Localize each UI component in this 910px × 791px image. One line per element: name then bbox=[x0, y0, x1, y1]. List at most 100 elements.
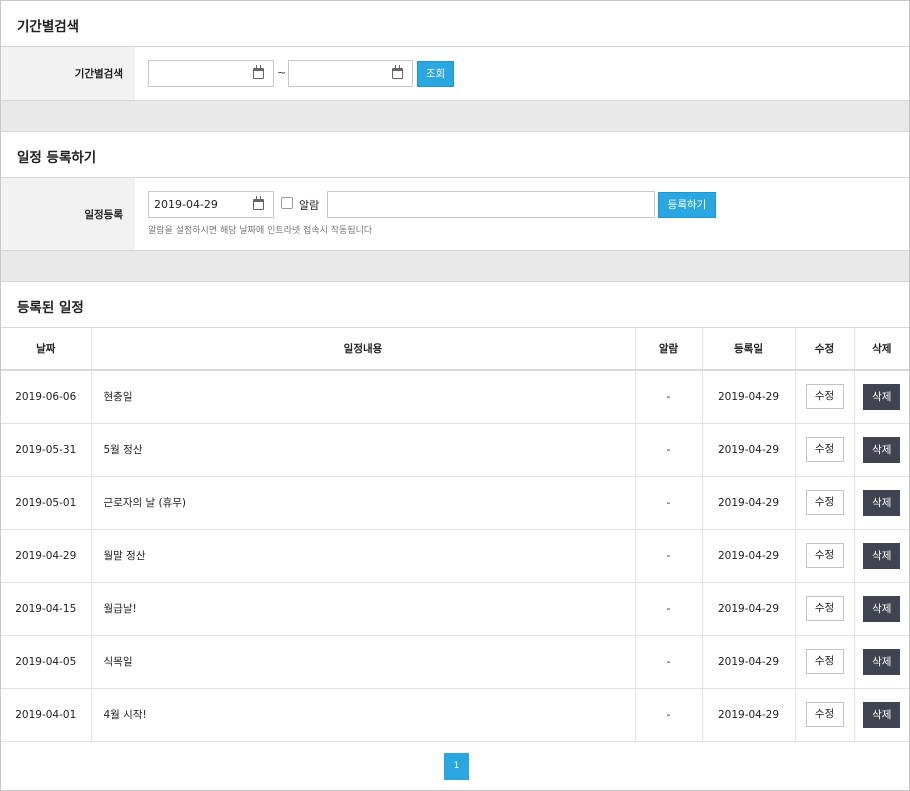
row-content: 근로자의 날 (휴무) bbox=[91, 476, 636, 530]
calendar-icon[interactable] bbox=[392, 65, 403, 79]
row-content: 5월 정산 bbox=[91, 423, 636, 477]
delete-button[interactable]: 삭제 bbox=[863, 383, 901, 410]
row-date: 2019-05-01 bbox=[1, 476, 92, 530]
register-title: 일정 등록하기 bbox=[17, 150, 97, 166]
col-alarm-header: 알람 bbox=[635, 328, 703, 371]
calendar-icon[interactable] bbox=[253, 196, 264, 210]
register-label-cell: 일정등록 bbox=[1, 178, 135, 250]
calendar-icon[interactable] bbox=[253, 65, 264, 79]
row-alarm: - bbox=[635, 529, 703, 583]
delete-cell: 삭제 bbox=[854, 635, 909, 689]
period-search-title: 기간별검색 bbox=[17, 19, 80, 35]
delete-cell: 삭제 bbox=[854, 423, 909, 477]
edit-button[interactable]: 수정 bbox=[805, 596, 844, 621]
registered-title: 등록된 일정 bbox=[17, 300, 84, 316]
edit-button[interactable]: 수정 bbox=[805, 543, 844, 568]
row-registered-date: 2019-04-29 bbox=[702, 423, 796, 477]
row-date: 2019-04-15 bbox=[1, 582, 92, 636]
row-date: 2019-04-29 bbox=[1, 529, 92, 583]
end-date-input[interactable] bbox=[288, 60, 413, 87]
delete-cell: 삭제 bbox=[854, 688, 909, 742]
row-date: 2019-04-05 bbox=[1, 635, 92, 689]
row-registered-date: 2019-04-29 bbox=[702, 529, 796, 583]
row-registered-date: 2019-04-29 bbox=[702, 476, 796, 530]
section-divider bbox=[1, 251, 909, 282]
row-date: 2019-04-01 bbox=[1, 688, 92, 742]
search-button[interactable]: 조회 bbox=[417, 61, 454, 87]
row-registered-date: 2019-04-29 bbox=[702, 688, 796, 742]
start-date-input[interactable] bbox=[148, 60, 274, 87]
pagination-page-button[interactable]: 1 bbox=[444, 753, 469, 780]
col-edit-header: 수정 bbox=[795, 328, 855, 371]
edit-cell: 수정 bbox=[795, 529, 855, 583]
col-date-header: 날짜 bbox=[1, 328, 92, 371]
edit-cell: 수정 bbox=[795, 688, 855, 742]
schedule-date-value: 2019-04-29 bbox=[154, 198, 218, 211]
alarm-hint: 알람을 설정하시면 해당 날짜에 인트라넷 접속시 작동됩니다 bbox=[148, 226, 373, 236]
edit-button[interactable]: 수정 bbox=[805, 702, 844, 727]
table-row: 2019-04-29 월말 정산 - 2019-04-29 수정 삭제 bbox=[1, 529, 909, 583]
table-row: 2019-06-06 현충일 - 2019-04-29 수정 삭제 bbox=[1, 370, 909, 424]
delete-button[interactable]: 삭제 bbox=[863, 542, 901, 569]
schedule-content-input[interactable] bbox=[327, 191, 655, 218]
delete-cell: 삭제 bbox=[854, 370, 909, 424]
edit-button[interactable]: 수정 bbox=[805, 384, 844, 410]
table-header-row: 날짜 일정내용 알람 등록일 수정 삭제 bbox=[1, 328, 909, 371]
edit-cell: 수정 bbox=[795, 635, 855, 689]
schedule-page: 기간별검색 기간별검색 ~ 조회 일정 등록하기 일정등록 2019-04-29… bbox=[0, 0, 910, 791]
delete-cell: 삭제 bbox=[854, 476, 909, 530]
row-alarm: - bbox=[635, 370, 703, 424]
row-content: 식목일 bbox=[91, 635, 636, 689]
table-row: 2019-05-31 5월 정산 - 2019-04-29 수정 삭제 bbox=[1, 423, 909, 477]
register-label: 일정등록 bbox=[84, 209, 123, 221]
registered-header: 등록된 일정 bbox=[1, 282, 909, 328]
alarm-label: 알람 bbox=[299, 199, 320, 212]
edit-cell: 수정 bbox=[795, 476, 855, 530]
row-alarm: - bbox=[635, 635, 703, 689]
delete-button[interactable]: 삭제 bbox=[863, 595, 901, 622]
register-button[interactable]: 등록하기 bbox=[658, 192, 716, 218]
table-row: 2019-04-01 4월 시작! - 2019-04-29 수정 삭제 bbox=[1, 688, 909, 742]
col-content-header: 일정내용 bbox=[91, 328, 636, 371]
edit-button[interactable]: 수정 bbox=[805, 437, 844, 462]
register-header: 일정 등록하기 bbox=[1, 132, 909, 178]
row-date: 2019-05-31 bbox=[1, 423, 92, 477]
edit-button[interactable]: 수정 bbox=[805, 490, 844, 515]
col-delete-header: 삭제 bbox=[854, 328, 909, 371]
period-search-label: 기간별검색 bbox=[74, 68, 123, 80]
delete-button[interactable]: 삭제 bbox=[863, 489, 901, 516]
edit-cell: 수정 bbox=[795, 370, 855, 424]
row-content: 월말 정산 bbox=[91, 529, 636, 583]
alarm-checkbox[interactable] bbox=[281, 197, 293, 209]
table-row: 2019-05-01 근로자의 날 (휴무) - 2019-04-29 수정 삭… bbox=[1, 476, 909, 530]
edit-cell: 수정 bbox=[795, 423, 855, 477]
edit-cell: 수정 bbox=[795, 582, 855, 636]
period-search-header: 기간별검색 bbox=[1, 1, 909, 47]
delete-cell: 삭제 bbox=[854, 582, 909, 636]
date-range-separator: ~ bbox=[277, 66, 287, 79]
row-registered-date: 2019-04-29 bbox=[702, 370, 796, 424]
schedule-table: 날짜 일정내용 알람 등록일 수정 삭제 2019-06-06 현충일 - 20… bbox=[1, 328, 909, 742]
row-content: 현충일 bbox=[91, 370, 636, 424]
delete-button[interactable]: 삭제 bbox=[863, 648, 901, 675]
schedule-date-input[interactable]: 2019-04-29 bbox=[148, 191, 274, 218]
col-registered-header: 등록일 bbox=[702, 328, 796, 371]
row-content: 4월 시작! bbox=[91, 688, 636, 742]
section-divider bbox=[1, 101, 909, 132]
row-alarm: - bbox=[635, 423, 703, 477]
delete-button[interactable]: 삭제 bbox=[863, 436, 901, 463]
row-registered-date: 2019-04-29 bbox=[702, 635, 796, 689]
edit-button[interactable]: 수정 bbox=[805, 649, 844, 674]
row-content: 월급날! bbox=[91, 582, 636, 636]
row-alarm: - bbox=[635, 476, 703, 530]
delete-cell: 삭제 bbox=[854, 529, 909, 583]
row-alarm: - bbox=[635, 582, 703, 636]
row-registered-date: 2019-04-29 bbox=[702, 582, 796, 636]
table-row: 2019-04-15 월급날! - 2019-04-29 수정 삭제 bbox=[1, 582, 909, 636]
table-row: 2019-04-05 식목일 - 2019-04-29 수정 삭제 bbox=[1, 635, 909, 689]
register-row: 일정등록 2019-04-29 알람 등록하기 알람을 설정하시면 해당 날짜에… bbox=[1, 178, 909, 251]
delete-button[interactable]: 삭제 bbox=[863, 701, 901, 728]
row-date: 2019-06-06 bbox=[1, 370, 92, 424]
row-alarm: - bbox=[635, 688, 703, 742]
period-search-row: 기간별검색 ~ 조회 bbox=[1, 47, 909, 101]
